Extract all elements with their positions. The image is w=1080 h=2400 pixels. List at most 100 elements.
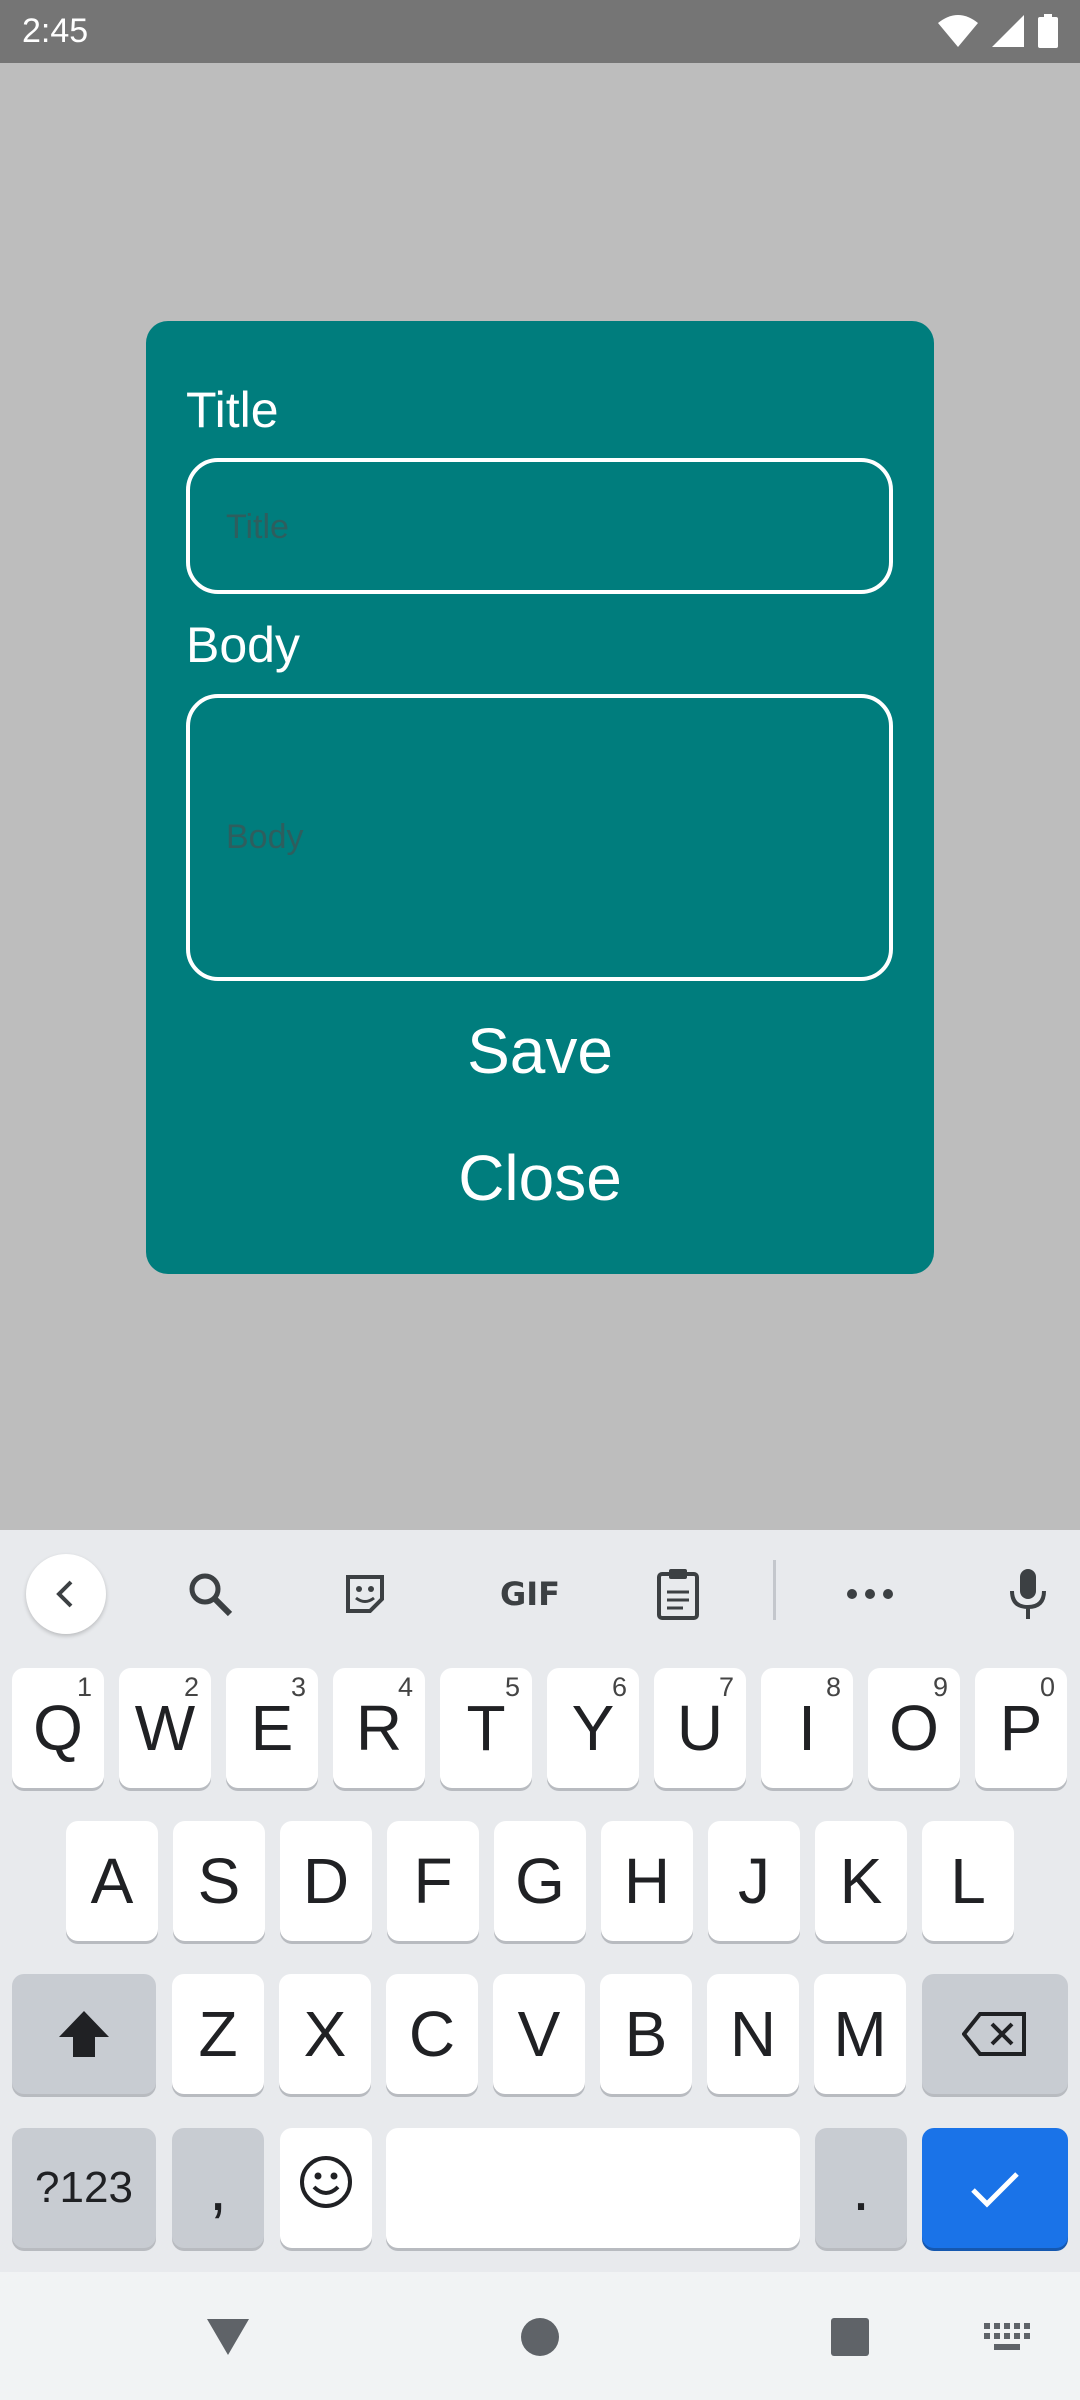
body-label: Body xyxy=(186,617,300,673)
key-label: L xyxy=(950,1845,986,1917)
key-hint: 4 xyxy=(397,1672,413,1702)
key-hint: 8 xyxy=(825,1672,841,1702)
key-label: D xyxy=(302,1845,350,1917)
key-hint: 0 xyxy=(1039,1672,1055,1702)
navigation-bar xyxy=(0,2272,1080,2400)
key-w[interactable]: W2 xyxy=(119,1668,211,1788)
key-label: B xyxy=(624,1998,668,2070)
title-input[interactable]: Title xyxy=(186,458,893,594)
title-placeholder: Title xyxy=(226,508,289,546)
back-icon[interactable] xyxy=(193,2302,263,2372)
key-label: C xyxy=(408,1998,456,2070)
key-v[interactable]: V xyxy=(493,1974,585,2094)
shift-key[interactable] xyxy=(12,1974,156,2094)
backspace-key[interactable] xyxy=(922,1974,1068,2094)
key-label: A xyxy=(90,1845,134,1917)
keyboard-toolbar: GIF xyxy=(0,1530,1080,1650)
key-hint: 7 xyxy=(718,1672,734,1702)
key-label: N xyxy=(729,1998,777,2070)
status-bar: 2:45 xyxy=(0,0,1080,63)
key-y[interactable]: Y6 xyxy=(547,1668,639,1788)
key-u[interactable]: U7 xyxy=(654,1668,746,1788)
comma-key[interactable]: , xyxy=(172,2128,264,2248)
key-label: O xyxy=(889,1692,939,1764)
key-label: X xyxy=(303,1998,347,2070)
key-c[interactable]: C xyxy=(386,1974,478,2094)
keyboard-switch-icon[interactable] xyxy=(972,2302,1042,2372)
key-i[interactable]: I8 xyxy=(761,1668,853,1788)
key-hint: 2 xyxy=(183,1672,199,1702)
key-o[interactable]: O9 xyxy=(868,1668,960,1788)
signal-icon xyxy=(992,15,1024,52)
clipboard-icon[interactable] xyxy=(638,1554,718,1634)
space-key[interactable] xyxy=(386,2128,800,2248)
key-label: E xyxy=(250,1692,294,1764)
key-label: U xyxy=(676,1692,724,1764)
chevron-left-icon[interactable] xyxy=(26,1554,106,1634)
key-e[interactable]: E3 xyxy=(226,1668,318,1788)
key-p[interactable]: P0 xyxy=(975,1668,1067,1788)
key-h[interactable]: H xyxy=(601,1821,693,1941)
key-label: Z xyxy=(198,1998,238,2070)
key-q[interactable]: Q1 xyxy=(12,1668,104,1788)
gif-icon[interactable]: GIF xyxy=(480,1554,580,1634)
note-dialog: Title Title Body Body Save Close xyxy=(146,321,934,1274)
key-label: I xyxy=(798,1692,816,1764)
key-k[interactable]: K xyxy=(815,1821,907,1941)
toolbar-divider xyxy=(773,1560,776,1620)
key-f[interactable]: F xyxy=(387,1821,479,1941)
symbols-key[interactable]: ?123 xyxy=(12,2128,156,2248)
key-label: M xyxy=(833,1998,887,2070)
key-label: J xyxy=(738,1845,770,1917)
key-r[interactable]: R4 xyxy=(333,1668,425,1788)
key-z[interactable]: Z xyxy=(172,1974,264,2094)
key-s[interactable]: S xyxy=(173,1821,265,1941)
key-label: Y xyxy=(571,1692,615,1764)
mic-icon[interactable] xyxy=(988,1554,1068,1634)
key-g[interactable]: G xyxy=(494,1821,586,1941)
key-label: R xyxy=(355,1692,403,1764)
battery-icon xyxy=(1038,14,1058,53)
title-label: Title xyxy=(186,382,279,438)
key-a[interactable]: A xyxy=(66,1821,158,1941)
save-button[interactable]: Save xyxy=(146,1014,934,1088)
emoji-key[interactable] xyxy=(280,2128,372,2248)
soft-keyboard: GIF Q1W2E3R4T5Y6U7I8O9P0 ASDFGHJKL ZXCVB… xyxy=(0,1530,1080,2272)
sticker-icon[interactable] xyxy=(325,1554,405,1634)
key-hint: 6 xyxy=(611,1672,627,1702)
close-button[interactable]: Close xyxy=(146,1141,934,1215)
key-hint: 1 xyxy=(76,1672,92,1702)
key-d[interactable]: D xyxy=(280,1821,372,1941)
key-label: H xyxy=(623,1845,671,1917)
key-n[interactable]: N xyxy=(707,1974,799,2094)
key-label: Q xyxy=(33,1692,83,1764)
emoji-icon xyxy=(298,2151,354,2225)
status-icons xyxy=(938,14,1058,53)
home-icon[interactable] xyxy=(505,2302,575,2372)
key-b[interactable]: B xyxy=(600,1974,692,2094)
more-icon[interactable] xyxy=(830,1554,910,1634)
key-l[interactable]: L xyxy=(922,1821,1014,1941)
period-key[interactable]: . xyxy=(815,2128,907,2248)
wifi-icon xyxy=(938,15,978,52)
key-x[interactable]: X xyxy=(279,1974,371,2094)
key-hint: 3 xyxy=(290,1672,306,1702)
key-label: K xyxy=(839,1845,883,1917)
key-hint: 9 xyxy=(932,1672,948,1702)
key-label: P xyxy=(999,1692,1043,1764)
key-label: T xyxy=(466,1692,506,1764)
key-m[interactable]: M xyxy=(814,1974,906,2094)
key-label: S xyxy=(197,1845,241,1917)
key-t[interactable]: T5 xyxy=(440,1668,532,1788)
body-input[interactable]: Body xyxy=(186,694,893,981)
key-j[interactable]: J xyxy=(708,1821,800,1941)
key-label: F xyxy=(413,1845,453,1917)
key-label: G xyxy=(515,1845,565,1917)
status-time: 2:45 xyxy=(22,12,89,50)
recents-icon[interactable] xyxy=(815,2302,885,2372)
search-icon[interactable] xyxy=(170,1554,250,1634)
key-hint: 5 xyxy=(504,1672,520,1702)
key-label: V xyxy=(517,1998,561,2070)
body-placeholder: Body xyxy=(226,818,304,856)
enter-key[interactable] xyxy=(922,2128,1068,2248)
